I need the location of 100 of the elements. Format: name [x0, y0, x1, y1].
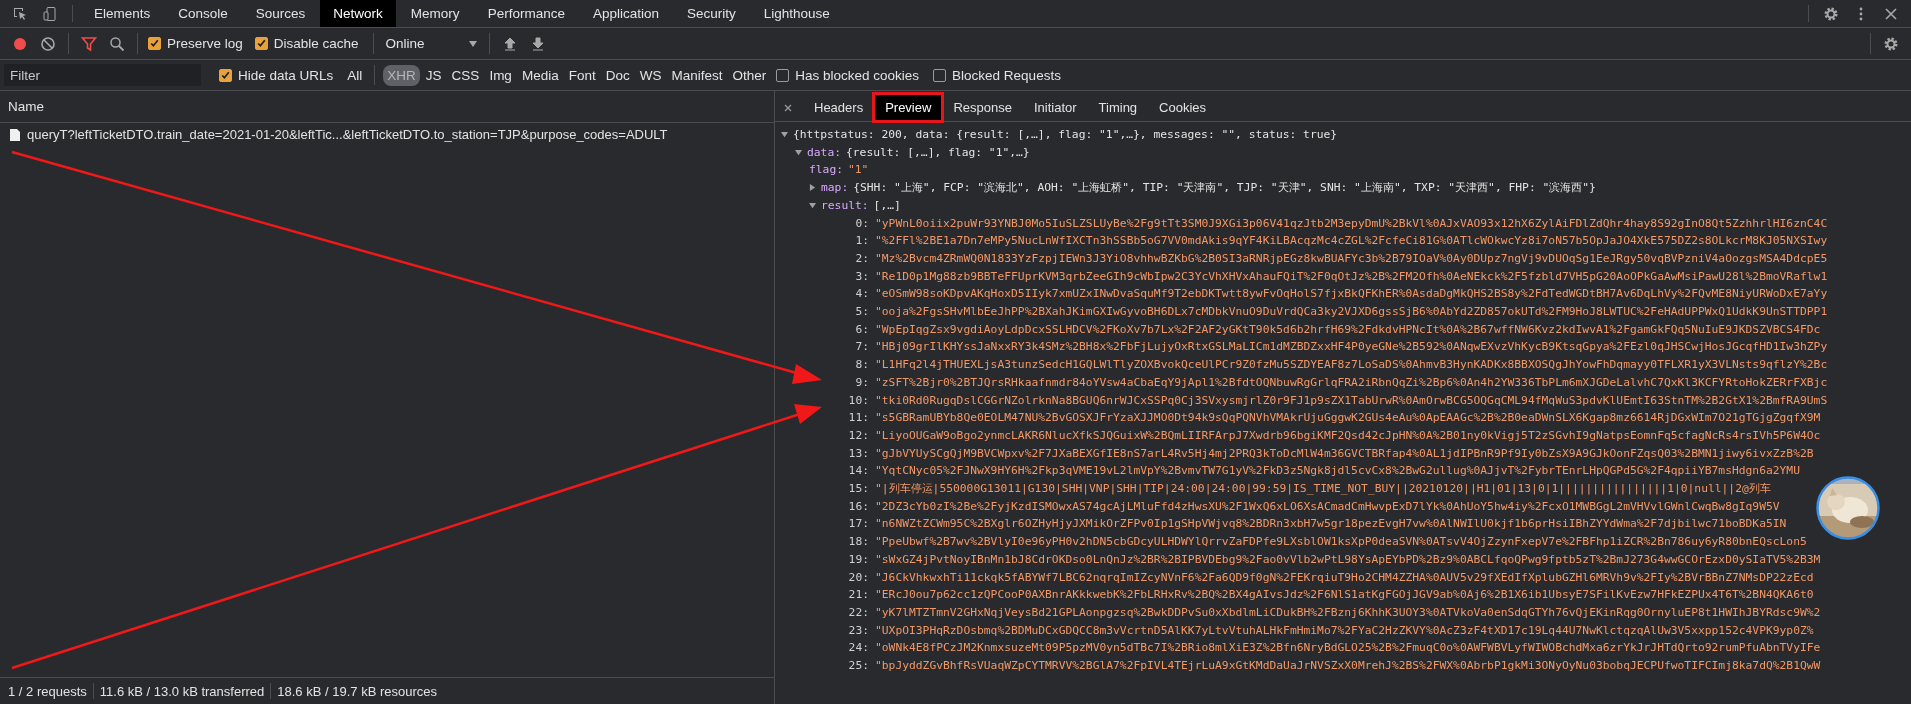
array-index: 2: [854, 250, 869, 267]
detail-tab[interactable]: Headers [803, 94, 875, 121]
checkbox[interactable] [776, 68, 790, 82]
string-value: "bpJyddZGvBhfRsVUaqWZpCYTMRVV%2BGlA7%2FpIVL4TEjrLuA9xGtKMdDaUaJrNVSZxX0MrehJ%2BS%2FWX%0AbrbP1gkMi3ONyOyNu03bobqJECPUfwoTIFCImj8ka7dQ%2B1QwW [875, 658, 1821, 675]
checkbox[interactable] [933, 68, 947, 82]
panel-tab[interactable]: Security [673, 0, 749, 27]
status-text: 18.6 kB / 19.7 kB resources [277, 683, 437, 699]
string-value: "|列车停运|550000G13011|G130|SHH|VNP|SHH|TIP|24:00|24:00|99:59|IS_TIME_NOT_BUY||20210120||H1|01|13|0|1||||||||||||||||1|0|null||2@列车 [875, 481, 1771, 498]
string-value: "YqtCNyc05%2FJNwX9HY6H%2Fkp3qVME19vL2lmVpY%2BvmvTW7G1yV%2FkD3z5Ngk8jdl5cvCx8%2BwG2ullug%0AJjvT%2FybrTEnrLHpQGPd5G%2F4qpiiYB7msHdgn6a2YMU [875, 463, 1800, 480]
panel-tab[interactable]: Sources [242, 0, 319, 27]
checkbox[interactable] [254, 37, 268, 50]
string-value: "gJbVYUySCgQjM9BVCWpxv%2F7JXaBEXGfIE8nS7arL4Rv5Hj4mj2PRQ3kToDcMlW4m36GVCTBRfap4%0AL1jdIPBnR9Pf9Iy0bZsX9A9GJkOonFZqsQ03%2BMN1jiwy6ivxZzB%2B [875, 445, 1814, 462]
string-value: "PpeUbwf%2B7wv%2BVlyI0e96yPH0v2hDN5cbGDcyULHDWYlQrrvZaFDPfe9LXsblOW1ksXpP0deaSVN%0ATsvV4OjZzynFxepV7e%2FBFhp1iZCR%2Bn786uy6yR80bnEQscLon5 [875, 534, 1807, 551]
string-value: "zSFT%2Bjr0%2BTJQrsRHkaafnmdr84oYVsw4aCbaEqY9jApl1%2BfdtOQNbuwRgGrlqFRA2iRbnQqZi%2Bp6%0An4h2YW336TbPLm6mXJGDeLalvhC7QxKl3KCFYRtoHokZERrFXBjc [875, 374, 1828, 391]
settings-icon[interactable] [1883, 35, 1899, 52]
panel-tab[interactable]: Console [165, 0, 241, 27]
clear-icon[interactable] [40, 35, 56, 52]
string-value: "Re1D0p1Mg88zb9BBTeFFUprKVM3qrbZeeGIh9cWbIpw2C3YcVhXHVxAhauFQiT%2F0qOtJz%2B%2FM2Ofh%0AeNEkck%2F5fzbld7VH5pG20AoOPkGaAwMsiPawU28l%2BmoVRaflw1 [875, 268, 1828, 285]
checkbox-label: Disable cache [273, 36, 359, 51]
type-filter[interactable]: Other [728, 64, 771, 86]
panel-tab[interactable]: Network [320, 0, 396, 27]
array-index: 21: [847, 587, 869, 604]
array-index: 17: [847, 516, 869, 533]
string-value: "yPWnL0oiix2puWr93YNBJ0Mo5IuSLZSLUyBe%2Fg9tTt3SM0J9XGi3p06V41qzJtb2M3epyDmU%2BkVl%0AJxVAO93x12hX6ZylAiFDlZdQhr4hay8S92gInO8Qt5ZzhhrlHI6znC4C [875, 215, 1828, 232]
array-index: 16: [847, 498, 869, 515]
caret-icon [468, 40, 477, 47]
array-index: 5: [854, 304, 869, 321]
array-index: 18: [847, 534, 869, 551]
array-index: 22: [847, 605, 869, 621]
inspect-icon[interactable] [12, 5, 28, 22]
type-filter[interactable]: All [343, 64, 367, 86]
type-filter[interactable]: Font [564, 64, 600, 86]
property-key: data: [807, 143, 841, 162]
checkbox-label: Preserve log [167, 36, 243, 51]
string-value: "UXpOI3PHqRzDOsbmq%2BDMuDCxGDQCC8m3vVcrtnD5AlKK7yLtvVtuhALHkFmHmiMo7%2FYaC2HzZKVY%0AcZ3zF4tXD17c19Lq44U7NwKlctqzqAlUw3V5xxpp152c4VPK9yp0Z% [875, 622, 1814, 639]
detail-tab[interactable]: Response [942, 94, 1023, 121]
property-key: result: [821, 196, 869, 215]
panel-tab[interactable]: Elements [81, 0, 164, 27]
array-index: 7: [854, 339, 869, 356]
collapse-icon[interactable] [809, 202, 816, 210]
string-value: "WpEpIqgZsx9vgdiAoyLdpDcxSSLHDCV%2FKoXv7b7Lx%2F2AF2yGKtT90k5d6b2hrfH69%2FdkdvHPNcIt%0A%2B67wffNW6Kvz2kdIwvA1%2FgamGkFQq5NuIuE9JKDSZVBCS4FDc [875, 321, 1821, 338]
property-key: map: [821, 179, 849, 197]
string-value: "2DZ3cYb0zI%2Be%2FyjKzdISMOwxAS74gcAjLMluFfd4zHwsXU%2F1WxQ6xLO6XsACmadCmHwvpExD7lYk%0AhUoY5hw4iy%2FcxO1MWBGgL2mVHVvlGWnlCwqBw8gIq9W5V [875, 498, 1780, 515]
array-index: 1: [854, 233, 869, 250]
status-text: 1 / 2 requests [8, 683, 87, 699]
array-index: 20: [847, 569, 869, 586]
close-icon[interactable] [783, 102, 793, 113]
array-index: 25: [847, 658, 869, 675]
detail-tab[interactable]: Timing [1087, 94, 1149, 121]
type-filter[interactable]: CSS [447, 64, 484, 86]
device-icon[interactable] [42, 5, 58, 22]
array-index: 19: [847, 551, 869, 568]
array-index: 10: [847, 392, 869, 409]
detail-tab[interactable]: Preview [874, 94, 943, 121]
collapse-icon[interactable] [795, 149, 802, 157]
detail-tab[interactable]: Initiator [1022, 94, 1088, 121]
type-filter[interactable]: JS [421, 64, 446, 86]
array-index: 6: [854, 321, 869, 338]
string-value: "HBj09grIlKHYssJaNxxRY3k4SMz%2BH8x%2FbFjLujyOxRtxGSLMaLICm1dMZBDZxxHF4P0yeGNe%2B592%0ANqwEXvzVhKycB9KtsqGpya%2FEzl0qJHSCwjHosJGcqfHD1Iw3hZPy [875, 339, 1828, 356]
object-preview: {SHH: "上海", FCP: "滨海北", AOH: "上海虹桥", TIP: "天津南", TJP: "天津", SNH: "上海南", TXP: "天津西", FHP: "滨海西"} [853, 180, 1596, 197]
file-icon [10, 128, 20, 141]
type-filter[interactable]: Doc [601, 64, 634, 86]
array-index: 8: [854, 357, 869, 374]
checkbox[interactable] [219, 68, 232, 82]
array-index: 12: [847, 427, 869, 444]
throttling-dropdown[interactable]: Online [379, 34, 483, 53]
array-index: 3: [854, 268, 869, 285]
object-preview: {httpstatus: 200, data: {result: [,…], flag: "1",…}, messages: "", status: true} [793, 127, 1338, 143]
collapse-icon[interactable] [781, 131, 788, 139]
checkbox-label: Hide data URLs [238, 67, 334, 83]
panel-tab[interactable]: Lighthouse [750, 0, 843, 27]
detail-tab[interactable]: Cookies [1148, 94, 1218, 121]
array-index: 4: [854, 286, 869, 303]
filter-field[interactable]: Filter [4, 64, 201, 86]
panel-tab[interactable]: Application [579, 0, 672, 27]
type-filter[interactable]: Img [485, 64, 516, 86]
request-name[interactable]: queryT?leftTicketDTO.train_date=2021-01-20&leftTic...&leftTicketDTO.to_station=TJP&purpose_codes=ADULT [27, 127, 668, 142]
filter-icon[interactable] [81, 35, 97, 52]
checkbox-label: Blocked Requests [952, 67, 1061, 83]
settings-icon[interactable] [1823, 5, 1839, 22]
type-filter[interactable]: Media [517, 64, 563, 86]
type-filter[interactable]: WS [635, 64, 666, 86]
type-filter[interactable]: Manifest [667, 64, 727, 86]
string-value: "%2FFl%2BE1a7Dn7eMPy5NucLnWfIXCTn3hSSBb5oG7VV0mdAkis9qYF4KiLBAcqzMc4cZGL%2FcfeCi81G%0ATlcWOkwcYz8i7oN57b5OpJaJO4XkE575DZ2s8OLkcrM8KJ05NXSIwy [875, 233, 1828, 250]
status-text: 11.6 kB / 13.0 kB transferred [99, 683, 265, 699]
string-value: "ooja%2FgsSHvMlbEeJhPP%2BXahJKimGXIwGyvoBH6DLx7cMDbkVnuO9DuVrdQCa3ky2VJXD6gssSjB6%0AbYd2ZD857okUTd%2FM9HoJ8LWTUC%2FeHAdUPPWxQ1UdkK9UnSTTDPP1 [875, 304, 1828, 321]
panel-tab[interactable]: Performance [474, 0, 578, 27]
search-icon[interactable] [109, 35, 125, 52]
close-icon[interactable] [1883, 5, 1899, 22]
string-value: "oWNk4E8fPCzJM2KnmxsuzeMt09P5pzMV0yn5dTBc7I%2BRio8mlXiE3Z%2Bfn6NryBdGLO25%2B%2FmuqC0o%0AWFWBVLyfWIWOBchdMxa6zrYkJrJHTdQrto92rumPfuAbnTVyIFe [875, 640, 1821, 657]
string-value: "1" [848, 162, 869, 179]
record-icon[interactable] [12, 35, 28, 52]
expand-icon[interactable] [809, 184, 816, 192]
array-index: 0: [854, 215, 869, 232]
string-value: "L1HFq2l4jTHUEXLjsA3tunzSedcH1GQLWlTlyZOXBvokQceUlPCr9Z0fzMu5SZDYEAF8z7LoSaDS%0AhmvB3HynKADKx8BBXOSQgJhYowFhDqmayy0TFLXR1yX3VLNsts9qflzY%2Bc [875, 357, 1828, 374]
string-value: "yK7lMTZTmnV2GHxNqjVeysBd21GPLAonpgzsq%2BwkDDPvSu0xXbdlmLiCDukBH%2FBznj6KhhK3UOY3%0ATVkoVa0enSdqGTYh76vQjEKinRqg0OrnyluEP8t1HWIhJBYRdsc9W%2 [875, 605, 1821, 621]
panel-tab[interactable]: Memory [397, 0, 473, 27]
array-index: 14: [847, 463, 869, 480]
string-value: "sWxGZ4jPvtNoyIBnMn1bJ8CdrOKDso0LnQnJz%2BR%2BIPBVDEbg9%2Fao0vVlb2wPtL98YsApEYbPD%2Bz9%0ABCLfqoQPwg9fptb5zT%2BmJ273G4wwGCOrEzxD0ySIaTV5%2B3M [875, 551, 1821, 568]
checkbox[interactable] [148, 37, 161, 50]
